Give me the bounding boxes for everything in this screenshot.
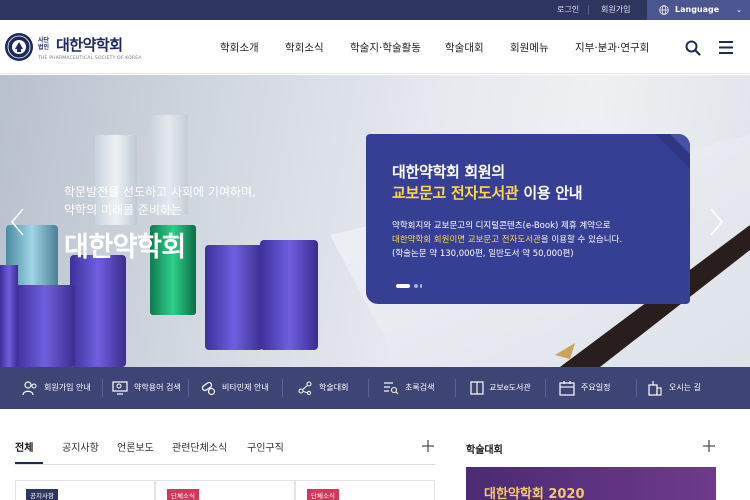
divider [545,379,546,397]
nav-conference[interactable]: 학술대회 [445,40,484,55]
quick-item-label: 교보e도서관 [489,383,531,392]
search-icon[interactable] [685,40,701,56]
plus-more-icon[interactable] [422,440,434,452]
active-tab-indicator [15,462,43,464]
language-selector[interactable]: Language ⌄ [647,0,750,20]
card-desc-line1: 약학회지와 교보문고의 디지털콘텐츠(e-Book) 제휴 계약으로 [392,221,611,231]
card-desc-rest: 을 이용할 수 있습니다. [540,235,623,245]
divider [368,379,369,397]
nav-news[interactable]: 학회소식 [285,40,324,55]
news-card[interactable]: 단체소식 [295,480,435,500]
divider [102,379,103,397]
network-icon [298,381,312,396]
quick-item-schedule[interactable]: 주요일정 [559,367,634,409]
pills-icon [201,381,216,396]
monitor-search-icon [112,381,128,395]
card-title-line1: 대한약학회 회원의 [392,163,505,181]
card-desc-highlight: 대한약학회 회원이면 교보문고 전자도서관 [392,235,541,245]
site-header: 사단법인 대한약학회 THE PHARMACEUTICAL SOCIETY OF… [0,20,750,74]
quick-item-location[interactable]: 오시는 길 [647,367,717,409]
card-desc-line3: (학술논문 약 130,000편, 일반도서 약 50,000편) [392,249,574,259]
tab-divider [15,464,435,465]
top-utility-bar: 로그인 회원가입 Language ⌄ [0,0,750,20]
join-link[interactable]: 회원가입 [601,0,630,20]
tab-notice[interactable]: 공지사항 [62,439,99,454]
logo-subtitle: THE PHARMACEUTICAL SOCIETY OF KOREA [38,56,142,61]
building-icon [648,381,662,396]
slide-dot[interactable] [414,284,418,288]
nav-journal[interactable]: 학술지·학술활동 [350,40,421,55]
quick-item-abstract[interactable]: 초록검색 [383,367,453,409]
list-search-icon [384,382,399,395]
category-badge: 단체소식 [307,489,339,500]
tab-related-news[interactable]: 관련단체소식 [172,439,227,454]
quick-item-ebook[interactable]: 교보e도서관 [469,367,544,409]
tab-press[interactable]: 언론보도 [117,439,154,454]
nav-about[interactable]: 학회소개 [220,40,259,55]
quick-item-label: 비타민제 안내 [222,383,269,392]
nav-branch[interactable]: 지부·분과·연구회 [575,40,649,55]
category-badge: 공지사항 [26,489,58,500]
chevron-down-icon: ⌄ [736,6,742,14]
divider [188,379,189,397]
nav-member[interactable]: 회원메뉴 [510,40,549,55]
card-decoration [655,134,690,169]
login-link[interactable]: 로그인 [557,0,579,20]
users-icon [22,381,37,396]
hero-tagline-line1: 학문발전을 선도하고 사회에 기여하며, [64,185,256,199]
language-label: Language [675,5,720,14]
card-title-highlight: 교보문고 전자도서관 [392,184,519,202]
hero-tagline-line2: 약학의 미래를 준비하는 [64,203,183,217]
quick-item-join[interactable]: 회원가입 안내 [22,367,102,409]
quick-item-label: 주요일정 [581,383,611,392]
globe-icon [659,5,669,15]
hero-slider: 학문발전을 선도하고 사회에 기여하며, 약학의 미래를 준비하는 대한약학회 … [0,75,750,367]
quick-item-conference[interactable]: 학술대회 [297,367,367,409]
quick-menu-bar: 회원가입 안내 약학용어 검색 비타민제 안내 학술대회 초록검색 교보e도서관… [0,367,750,409]
logo-name[interactable]: 대한약학회 [56,34,123,55]
plus-more-icon[interactable] [703,440,715,452]
quick-item-terms[interactable]: 약학용어 검색 [112,367,192,409]
society-emblem-logo[interactable] [4,32,34,62]
quick-item-label: 초록검색 [405,383,435,392]
hero-tagline: 학문발전을 선도하고 사회에 기여하며, 약학의 미래를 준비하는 [64,183,256,219]
next-slide-arrow-icon[interactable] [706,207,726,237]
slide-dot-active[interactable] [396,284,410,288]
quick-item-label: 약학용어 검색 [134,383,181,392]
news-card[interactable]: 공지사항 [15,480,155,500]
menu-icon[interactable] [718,40,734,55]
prev-slide-arrow-icon[interactable] [8,207,28,237]
conference-banner-title: 대한약학회 2020 [484,487,585,500]
pause-icon[interactable] [420,284,422,288]
content-section: 전체 공지사항 언론보도 관련단체소식 구인구직 공지사항 단체소식 단체소식 … [0,409,750,500]
promo-card[interactable]: 대한약학회 회원의 교보문고 전자도서관 이용 안내 약학회지와 교보문고의 디… [366,134,690,304]
divider [636,379,637,397]
book-icon [470,381,484,395]
news-card[interactable]: 단체소식 [155,480,295,500]
divider [455,379,456,397]
divider [282,379,283,397]
quick-item-label: 회원가입 안내 [44,383,91,392]
logo-small-text: 사단법인 [38,37,50,51]
quick-item-vitamin[interactable]: 비타민제 안내 [200,367,280,409]
hero-title: 대한약학회 [64,232,186,263]
tab-all[interactable]: 전체 [15,439,33,454]
quick-item-label: 오시는 길 [669,383,701,392]
conference-banner[interactable]: 대한약학회 2020 [466,467,716,500]
divider [588,5,589,15]
card-title-rest: 이용 안내 [518,184,583,202]
conference-section-title: 학술대회 [466,445,503,456]
category-badge: 단체소식 [167,489,199,500]
card-desc-line2: 대한약학회 회원이면 교보문고 전자도서관을 이용할 수 있습니다. [392,233,622,245]
tab-jobs[interactable]: 구인구직 [247,439,284,454]
quick-item-label: 학술대회 [319,383,349,392]
card-title-line2: 교보문고 전자도서관 이용 안내 [392,182,583,203]
calendar-icon [559,381,575,396]
